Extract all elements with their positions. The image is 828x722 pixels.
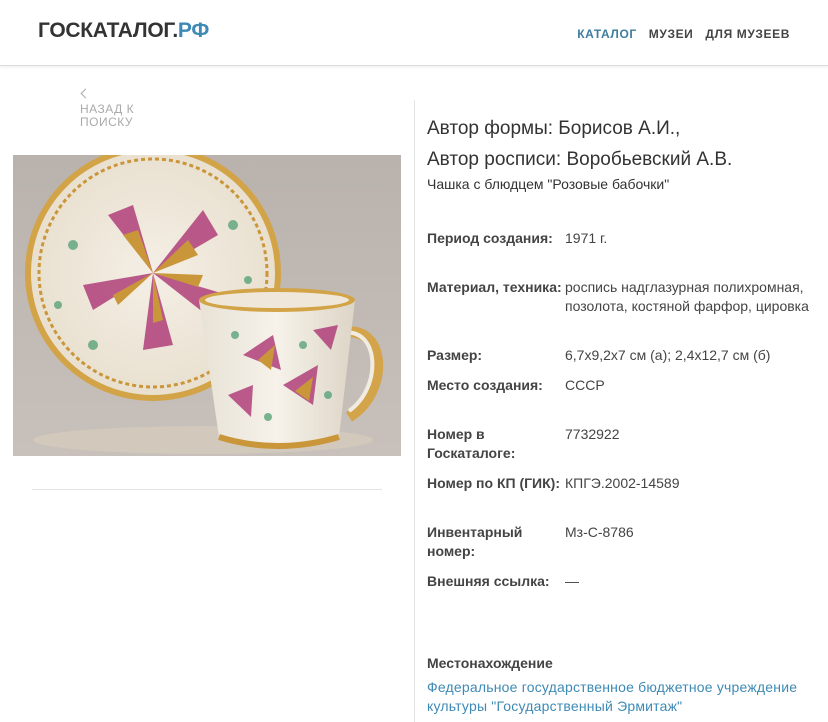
main-nav: КАТАЛОГ МУЗЕИ ДЛЯ МУЗЕЕВ (577, 27, 790, 41)
property-row: Внешняя ссылка: — (427, 572, 822, 621)
item-name: Чашка с блюдцем "Розовые бабочки" (427, 176, 670, 192)
property-row: Инвентарный номер: Мз-С-8786 (427, 523, 822, 572)
property-value: 1971 г. (565, 230, 608, 246)
back-to-search-label: НАЗАД К ПОИСКУ (80, 102, 135, 129)
column-divider (414, 100, 415, 722)
location-label: Местонахождение (427, 655, 553, 671)
site-header: ГОСКАТАЛОГ.РФ КАТАЛОГ МУЗЕИ ДЛЯ МУЗЕЕВ (0, 0, 828, 66)
site-logo[interactable]: ГОСКАТАЛОГ.РФ (38, 19, 209, 43)
property-label: Размер: (427, 347, 483, 363)
chevron-left-icon (80, 88, 91, 99)
nav-for-museums[interactable]: ДЛЯ МУЗЕЕВ (705, 27, 790, 41)
property-label: Инвентарный номер: (427, 524, 523, 559)
property-row: Материал, техника: роспись надглазурная … (427, 278, 822, 346)
back-to-search-link[interactable]: НАЗАД К ПОИСКУ (80, 88, 160, 129)
left-divider (32, 489, 382, 490)
logo-rf-text: РФ (177, 19, 209, 42)
property-value: КПГЭ.2002-14589 (565, 475, 680, 491)
property-row: Период создания: 1971 г. (427, 229, 822, 278)
property-row: Номер в Госкаталоге: 7732922 (427, 425, 822, 474)
location-link[interactable]: Федеральное государственное бюджетное уч… (427, 678, 822, 716)
property-label: Номер в Госкаталоге: (427, 426, 516, 461)
painting-author: Автор росписи: Воробьевский А.В. (427, 149, 733, 170)
nav-catalog[interactable]: КАТАЛОГ (577, 27, 637, 41)
properties-list: Период создания: 1971 г. Материал, техни… (427, 229, 822, 621)
property-value: 6,7x9,2x7 см (а); 2,4x12,7 см (б) (565, 347, 771, 363)
logo-main-text: ГОСКАТАЛОГ. (38, 19, 178, 42)
property-row: Номер по КП (ГИК): КПГЭ.2002-14589 (427, 474, 822, 523)
property-value: роспись надглазурная полихромная, позоло… (565, 279, 809, 314)
property-label: Внешняя ссылка: (427, 573, 550, 589)
form-author: Автор формы: Борисов А.И., (427, 118, 681, 139)
property-label: Материал, техника: (427, 279, 562, 295)
item-photo[interactable] (13, 155, 401, 456)
external-link-value: — (565, 573, 579, 589)
property-row: Размер: 6,7x9,2x7 см (а); 2,4x12,7 см (б… (427, 346, 822, 376)
property-value: Мз-С-8786 (565, 524, 634, 540)
property-label: Место создания: (427, 377, 543, 393)
property-value: 7732922 (565, 426, 620, 442)
property-value: СССР (565, 377, 605, 393)
nav-museums[interactable]: МУЗЕИ (649, 27, 694, 41)
item-authors: Автор формы: Борисов А.И., Автор росписи… (427, 113, 732, 175)
property-row: Место создания: СССР (427, 376, 822, 425)
property-label: Номер по КП (ГИК): (427, 475, 560, 491)
property-label: Период создания: (427, 230, 553, 246)
